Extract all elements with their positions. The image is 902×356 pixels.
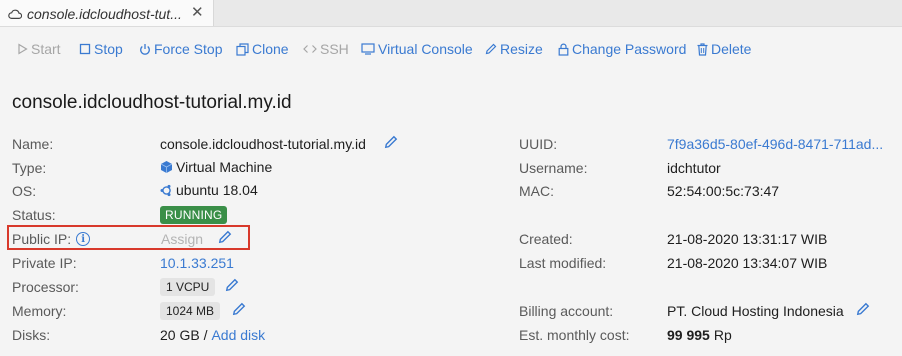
pencil-icon xyxy=(485,43,497,55)
toolbar: Start Stop Force Stop Clone SSH Virtual … xyxy=(0,26,902,72)
force-stop-label: Force Stop xyxy=(154,41,223,57)
monthly-cost-value: 99 995 Rp xyxy=(667,327,732,343)
created-label: Created: xyxy=(519,231,573,247)
name-value: console.idcloudhost-tutorial.my.id xyxy=(160,136,366,152)
stop-icon xyxy=(79,43,91,55)
processor-label: Processor: xyxy=(12,279,79,295)
os-value: ubuntu 18.04 xyxy=(160,182,258,198)
add-disk-link[interactable]: Add disk xyxy=(211,327,265,343)
page-title: console.idcloudhost-tutorial.my.id xyxy=(12,92,292,113)
ssh-label: SSH xyxy=(320,41,349,57)
power-icon xyxy=(140,43,150,55)
assign-public-ip-link[interactable]: Assign xyxy=(161,231,203,247)
virtual-console-button[interactable]: Virtual Console xyxy=(361,41,473,57)
edit-processor-pencil-icon[interactable] xyxy=(225,278,239,292)
ssh-button[interactable]: SSH xyxy=(303,41,349,57)
edit-public-ip-pencil-icon[interactable] xyxy=(218,230,232,244)
processor-chip: 1 VCPU xyxy=(160,278,216,296)
type-value: Virtual Machine xyxy=(160,159,272,175)
last-modified-label: Last modified: xyxy=(519,255,607,271)
ubuntu-icon xyxy=(160,184,171,196)
public-ip-highlight-box xyxy=(7,225,250,250)
status-badge: RUNNING xyxy=(160,206,228,224)
cube-icon xyxy=(160,161,173,173)
force-stop-button[interactable]: Force Stop xyxy=(139,41,222,57)
processor-value: 1 VCPU xyxy=(160,278,216,296)
delete-button[interactable]: Delete xyxy=(697,41,751,57)
cost-currency: Rp xyxy=(713,327,732,343)
type-label: Type: xyxy=(12,160,47,176)
monthly-cost-label: Est. monthly cost: xyxy=(519,327,630,343)
play-icon xyxy=(18,43,28,55)
virtual-console-label: Virtual Console xyxy=(378,41,473,57)
private-ip-label: Private IP: xyxy=(12,255,77,271)
disks-label: Disks: xyxy=(12,327,51,343)
uuid-value[interactable]: 7f9a36d5-80ef-496d-8471-711ad... xyxy=(667,136,883,152)
username-label: Username: xyxy=(519,160,588,176)
start-label: Start xyxy=(31,41,61,57)
disks-text: 20 GB / xyxy=(160,327,208,343)
uuid-label: UUID: xyxy=(519,136,558,152)
status-label: Status: xyxy=(12,207,56,223)
edit-billing-pencil-icon[interactable] xyxy=(856,302,870,316)
edit-memory-pencil-icon[interactable] xyxy=(232,302,246,316)
os-label: OS: xyxy=(12,183,37,199)
disks-value: 20 GB / Add disk xyxy=(160,327,265,343)
cost-amount: 99 995 xyxy=(667,327,710,343)
memory-label: Memory: xyxy=(12,303,67,319)
private-ip-link[interactable]: 10.1.33.251 xyxy=(160,255,234,271)
status-value: RUNNING xyxy=(160,206,228,224)
type-text: Virtual Machine xyxy=(176,159,273,175)
monitor-icon xyxy=(361,43,375,55)
billing-account-label: Billing account: xyxy=(519,303,614,319)
lock-icon xyxy=(558,43,569,56)
code-icon xyxy=(303,45,317,53)
close-icon[interactable]: ✕ xyxy=(191,5,204,20)
start-button[interactable]: Start xyxy=(17,41,61,57)
vm-details-panel: console.idcloudhost-tutorial.my.id Name:… xyxy=(0,72,902,356)
stop-button[interactable]: Stop xyxy=(79,41,123,57)
mac-label: MAC: xyxy=(519,183,554,199)
mac-value: 52:54:00:5c:73:47 xyxy=(667,183,780,199)
edit-name-pencil-icon[interactable] xyxy=(384,135,398,149)
created-value: 21-08-2020 13:31:17 WIB xyxy=(667,231,828,247)
billing-account-value: PT. Cloud Hosting Indonesia xyxy=(667,303,844,319)
tab-title: console.idcloudhost-tut... xyxy=(27,5,182,22)
clone-button[interactable]: Clone xyxy=(236,41,289,57)
name-label: Name: xyxy=(12,136,54,152)
username-value: idchtutor xyxy=(667,160,721,176)
memory-value: 1024 MB xyxy=(160,302,221,320)
tab-console[interactable]: console.idcloudhost-tut... xyxy=(0,0,214,27)
tab-bar: console.idcloudhost-tut... ✕ xyxy=(0,0,902,27)
change-password-label: Change Password xyxy=(572,41,687,57)
last-modified-value: 21-08-2020 13:34:07 WIB xyxy=(667,255,828,271)
clone-label: Clone xyxy=(252,41,289,57)
trash-icon xyxy=(697,42,708,56)
stop-label: Stop xyxy=(94,41,123,57)
delete-label: Delete xyxy=(711,41,752,57)
os-text: ubuntu 18.04 xyxy=(176,182,258,198)
cloud-icon xyxy=(8,9,22,19)
change-password-button[interactable]: Change Password xyxy=(558,41,686,57)
resize-label: Resize xyxy=(500,41,543,57)
memory-chip: 1024 MB xyxy=(160,302,221,320)
resize-button[interactable]: Resize xyxy=(485,41,543,57)
clone-icon xyxy=(236,42,249,56)
